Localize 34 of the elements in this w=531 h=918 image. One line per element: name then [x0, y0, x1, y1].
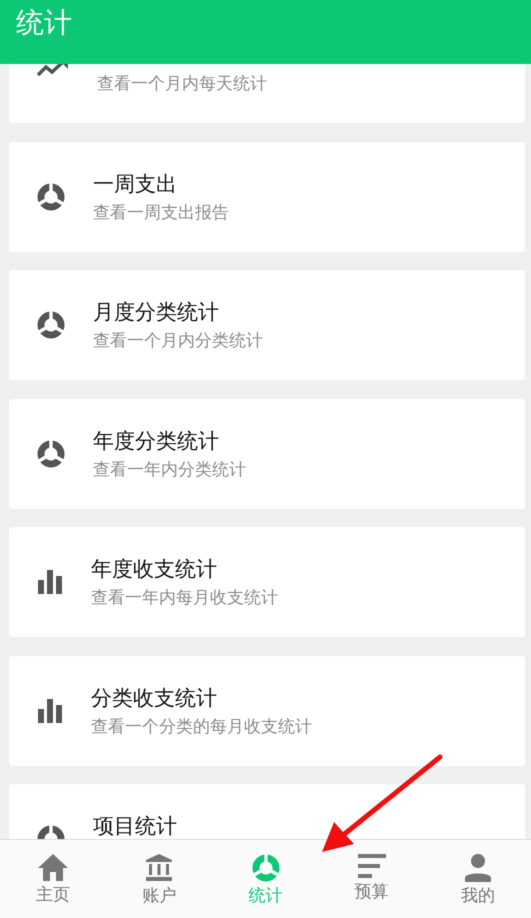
- donut-chart-icon: [37, 311, 65, 339]
- statistics-card[interactable]: 年度收支统计 查看一年内每月收支统计: [9, 527, 525, 637]
- statistics-card[interactable]: 分类收支统计 查看一个分类的每月收支统计: [9, 656, 525, 766]
- card-title: 分类收支统计: [91, 686, 218, 710]
- card-title: 月度分类统计: [93, 300, 220, 324]
- card-subtitle: 查看一个月内每天统计: [97, 73, 267, 96]
- home-icon: [38, 854, 68, 881]
- card-title: 年度收支统计: [91, 557, 218, 581]
- card-title: 年度分类统计: [93, 428, 220, 452]
- card-subtitle: 查看一个分类的每月收支统计: [91, 716, 312, 738]
- card-title: 项目统计: [93, 814, 177, 838]
- nav-tab[interactable]: 账户: [106, 840, 212, 918]
- card-subtitle: 查看一年内分类统计: [93, 458, 246, 482]
- bar-chart-icon: [37, 698, 63, 722]
- person-icon: [464, 854, 491, 882]
- statistics-card[interactable]: 月度分类统计 查看一个月内分类统计: [9, 270, 525, 380]
- trend-icon: [37, 64, 69, 78]
- nav-tab[interactable]: 主页: [0, 840, 106, 918]
- card-subtitle: 查看一年内每月收支统计: [91, 587, 278, 610]
- nav-tab[interactable]: 预算: [318, 840, 425, 918]
- bar-chart-icon: [37, 570, 63, 594]
- card-subtitle: 查看一个月内分类统计: [93, 330, 263, 353]
- statistics-card[interactable]: 年度分类统计 查看一年内分类统计: [9, 398, 525, 508]
- statistics-card[interactable]: 项目统计: [9, 784, 525, 839]
- statistics-card[interactable]: 一周支出 查看一周支出报告: [9, 142, 525, 252]
- page-title: 统计: [16, 5, 72, 41]
- donut-chart-icon: [37, 182, 65, 210]
- sort-lines-icon: [358, 854, 386, 878]
- card-subtitle: 查看一周支出报告: [93, 202, 229, 224]
- donut-chart-icon: [252, 854, 280, 882]
- card-title: 一周支出: [93, 172, 178, 196]
- nav-tab[interactable]: 我的: [424, 840, 531, 918]
- donut-chart-icon: [37, 440, 65, 468]
- bank-icon: [145, 854, 174, 882]
